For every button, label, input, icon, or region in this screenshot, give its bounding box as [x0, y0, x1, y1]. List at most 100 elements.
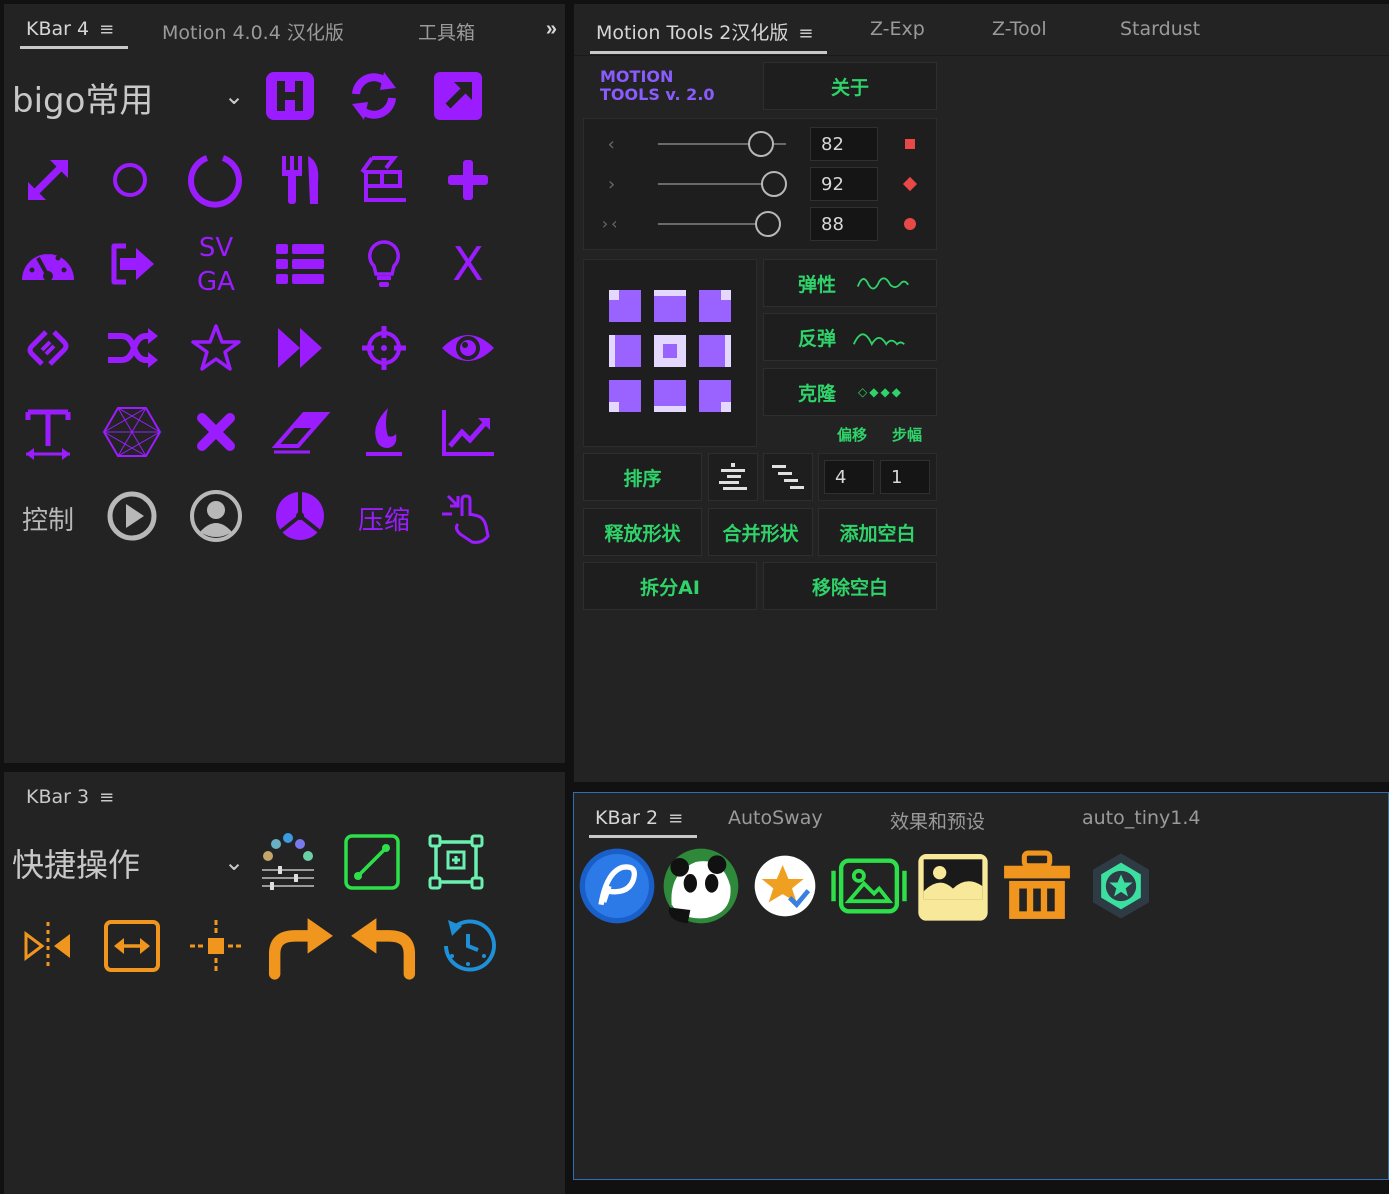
clone-button[interactable]: 克隆 ◇◆◆◆	[763, 368, 937, 416]
h-square-icon[interactable]	[254, 60, 326, 132]
anchor-middle-right[interactable]	[699, 335, 731, 367]
utensils-icon[interactable]	[264, 144, 336, 216]
expand-arrows-icon[interactable]	[12, 144, 84, 216]
pinch-hand-icon[interactable]	[432, 480, 504, 552]
step-label: 步幅	[892, 426, 923, 444]
image-frame-app-icon[interactable]	[828, 845, 910, 927]
ease-out-value[interactable]: 92	[810, 167, 878, 201]
bounce-button[interactable]: 反弹	[763, 313, 937, 361]
flame-icon[interactable]	[348, 396, 420, 468]
anchor-bottom-right[interactable]	[699, 380, 731, 412]
fast-forward-icon[interactable]	[264, 312, 336, 384]
control-text-icon[interactable]: 控制	[12, 490, 84, 546]
anchor-bottom-left[interactable]	[609, 380, 641, 412]
merge-shape-button[interactable]: 合并形状	[708, 508, 813, 556]
anchor-middle-left[interactable]	[609, 335, 641, 367]
mesh-hexagon-icon[interactable]	[96, 396, 168, 468]
redo-arrow-icon[interactable]	[258, 904, 342, 988]
release-shape-button[interactable]: 释放形状	[583, 508, 702, 556]
diagonal-line-box-icon[interactable]	[336, 826, 408, 898]
stagger-down-button[interactable]	[763, 453, 813, 501]
shop-basket-app-icon[interactable]	[996, 845, 1078, 927]
sign-out-icon[interactable]	[96, 228, 168, 300]
close-x-icon[interactable]	[180, 396, 252, 468]
timer-reset-icon[interactable]	[432, 910, 504, 982]
star-check-app-icon[interactable]	[744, 845, 826, 927]
user-circle-icon[interactable]	[180, 480, 252, 552]
tab-overflow-icon[interactable]: »	[546, 18, 557, 41]
aperture-icon[interactable]	[264, 480, 336, 552]
ease-in-knob[interactable]	[748, 131, 774, 157]
ease-both-track[interactable]	[658, 223, 758, 225]
split-ai-button[interactable]: 拆分AI	[583, 562, 757, 610]
star-badge-app-icon[interactable]	[1080, 845, 1162, 927]
svga-icon[interactable]: SV GA	[184, 230, 248, 300]
square-marker-icon	[905, 139, 915, 149]
text-tool-icon[interactable]	[12, 396, 84, 468]
sort-button[interactable]: 排序	[583, 453, 702, 501]
ease-out-knob[interactable]	[761, 171, 787, 197]
kbar3-set-dropdown[interactable]: 快捷操作 ⌄	[12, 840, 252, 886]
line-chart-icon[interactable]	[432, 396, 504, 468]
tab-stardust[interactable]: Stardust	[1120, 18, 1200, 40]
x-text-icon[interactable]: X	[436, 232, 500, 296]
gauge-icon[interactable]	[12, 228, 84, 300]
unlink-icon[interactable]	[12, 312, 84, 384]
circle-outline-icon[interactable]	[94, 144, 166, 216]
stagger-up-button[interactable]	[708, 453, 758, 501]
remove-null-button[interactable]: 移除空白	[763, 562, 937, 610]
ease-both-knob[interactable]	[755, 211, 781, 237]
undo-arrow-icon[interactable]	[342, 904, 426, 988]
anchor-top-center[interactable]	[654, 290, 686, 322]
kbar4-set-dropdown[interactable]: bigo常用 ⌄	[12, 74, 252, 121]
panel-menu-icon[interactable]: ≡	[99, 19, 114, 40]
tab-toolbox[interactable]: 工具箱	[418, 18, 498, 45]
tab-kbar3[interactable]: KBar 3 ≡	[26, 786, 114, 808]
compress-text-icon[interactable]: 压缩	[348, 490, 420, 546]
lightbulb-icon[interactable]	[348, 228, 420, 300]
tab-auto-tiny[interactable]: auto_tiny1.4	[1082, 807, 1201, 829]
list-icon[interactable]	[264, 228, 336, 300]
anchor-top-left[interactable]	[609, 290, 641, 322]
mirror-flip-icon[interactable]	[12, 910, 84, 982]
eye-icon[interactable]	[432, 312, 504, 384]
pixelmator-app-icon[interactable]	[576, 845, 658, 927]
shuffle-icon[interactable]	[96, 312, 168, 384]
tab-motion4[interactable]: Motion 4.0.4 汉化版	[162, 18, 344, 45]
fit-width-icon[interactable]	[96, 910, 168, 982]
panel-menu-icon[interactable]: ≡	[668, 808, 683, 829]
tab-kbar2[interactable]: KBar 2 ≡	[588, 807, 698, 838]
ease-in-value[interactable]: 82	[810, 127, 878, 161]
plus-icon[interactable]	[432, 144, 504, 216]
anchor-top-right[interactable]	[699, 290, 731, 322]
play-circle-icon[interactable]	[96, 480, 168, 552]
sync-icon[interactable]	[338, 60, 410, 132]
panel-menu-icon[interactable]: ≡	[798, 23, 813, 44]
tab-z-tool[interactable]: Z-Tool	[992, 18, 1047, 40]
image-placeholder-app-icon[interactable]	[912, 845, 994, 927]
step-input[interactable]: 1	[880, 460, 930, 494]
crosshair-icon[interactable]	[348, 312, 420, 384]
about-button[interactable]: 关于	[763, 62, 937, 110]
offset-input[interactable]: 4	[824, 460, 874, 494]
eraser-icon[interactable]	[264, 396, 336, 468]
ring-icon[interactable]	[179, 144, 251, 216]
anchor-bottom-center[interactable]	[654, 380, 686, 412]
tab-autosway[interactable]: AutoSway	[728, 807, 823, 829]
external-link-icon[interactable]	[422, 60, 494, 132]
star-outline-icon[interactable]	[180, 312, 252, 384]
add-null-button[interactable]: 添加空白	[818, 508, 937, 556]
panda-app-icon[interactable]	[660, 845, 742, 927]
color-char-icon[interactable]	[348, 144, 420, 216]
anchor-center-icon[interactable]	[180, 910, 252, 982]
color-sliders-icon[interactable]	[252, 826, 324, 898]
tab-z-exp[interactable]: Z-Exp	[870, 18, 925, 40]
anchor-center[interactable]	[654, 335, 686, 367]
tab-motion-tools[interactable]: Motion Tools 2汉化版 ≡	[589, 18, 829, 54]
tab-kbar4[interactable]: KBar 4 ≡	[19, 18, 129, 49]
elastic-button[interactable]: 弹性	[763, 259, 937, 307]
ease-both-value[interactable]: 88	[810, 207, 878, 241]
tab-effects-presets[interactable]: 效果和预设	[890, 807, 985, 834]
add-layer-frame-icon[interactable]	[420, 826, 492, 898]
panel-menu-icon[interactable]: ≡	[99, 787, 114, 808]
